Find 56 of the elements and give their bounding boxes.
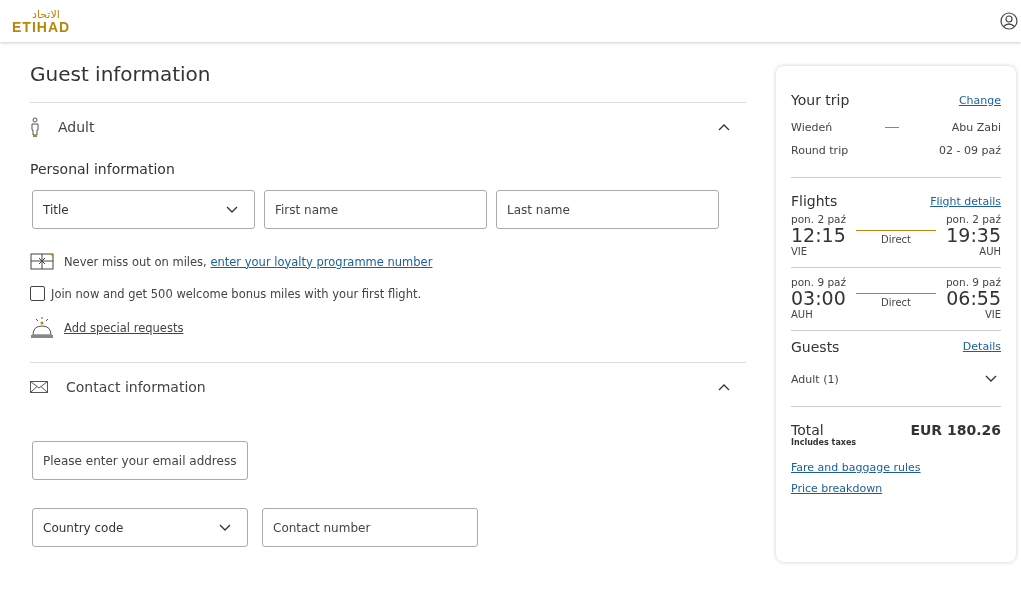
arrival-date: pon. 2 paź <box>945 213 1001 225</box>
chevron-down-icon <box>219 523 231 532</box>
taxes-note: Includes taxes <box>791 437 857 447</box>
chevron-down-icon <box>226 205 238 214</box>
checkbox[interactable] <box>30 286 45 301</box>
airport-code: VIE <box>984 308 1001 320</box>
arrival-time: 19:35 <box>946 225 1001 246</box>
total-amount: EUR 180.26 <box>910 421 1001 438</box>
departure-time: 03:00 <box>791 287 847 309</box>
departure-date: pon. 2 paź <box>791 213 847 225</box>
route-line <box>884 127 899 128</box>
gift-card-icon <box>30 253 54 270</box>
guest-details-link[interactable]: Details <box>962 340 1001 354</box>
departure-date: pon. 9 paź <box>791 275 847 288</box>
chevron-up-icon <box>718 383 730 391</box>
flight-details-link[interactable]: Flight details <box>930 194 1001 208</box>
arrival-time: 06:55 <box>946 287 1001 309</box>
origin-city: Wiedeń <box>791 121 833 134</box>
trip-type: Round trip <box>791 144 849 157</box>
destination-city: Abu Zabi <box>951 121 1001 134</box>
stops-label: Direct <box>881 234 911 246</box>
summary-link[interactable]: Fare and baggage rules <box>791 460 921 474</box>
arrival-date: pon. 9 paź <box>945 275 1001 288</box>
person-icon <box>30 117 40 137</box>
total-label: Total <box>791 421 825 438</box>
loyalty-text: Never miss out on miles, enter your loyalty programme number <box>64 254 433 269</box>
section-header[interactable]: Contact information <box>30 362 746 411</box>
chevron-up-icon <box>718 123 730 131</box>
change-link[interactable]: Change <box>958 93 1001 107</box>
chevron-down-icon <box>985 375 997 384</box>
page-title: Guest information <box>30 62 212 86</box>
section-heading: Personal information <box>30 161 176 177</box>
trip-dates: 02 - 09 paź <box>939 144 1001 157</box>
airport-code: VIE <box>791 245 809 257</box>
input-field[interactable]: Please enter your email address <box>32 441 248 480</box>
card-heading: Flights <box>791 193 838 209</box>
input-field[interactable]: Last name <box>496 190 719 229</box>
dropdown-field[interactable]: Country code <box>32 508 248 547</box>
airport-code: AUH <box>979 245 1001 257</box>
service-bell-icon <box>30 316 54 340</box>
input-field[interactable]: First name <box>264 190 487 229</box>
envelope-icon <box>30 381 48 393</box>
summary-link[interactable]: Price breakdown <box>791 481 883 495</box>
card-heading: Your trip <box>791 92 850 108</box>
special-requests-link[interactable]: Add special requests <box>64 321 184 335</box>
card-heading: Guests <box>791 338 840 355</box>
section-header[interactable]: Adult <box>30 102 746 151</box>
dropdown-field[interactable]: Title <box>32 190 255 229</box>
checkbox-label: Join now and get 500 welcome bonus miles with your first flight. <box>51 286 422 301</box>
guest-row[interactable]: Adult (1) <box>791 372 1001 386</box>
loyalty-link[interactable]: enter your loyalty programme number <box>210 254 433 269</box>
user-icon[interactable] <box>1000 12 1018 30</box>
airport-code: AUH <box>791 308 814 320</box>
input-field[interactable]: Contact number <box>262 508 478 547</box>
departure-time: 12:15 <box>791 225 847 246</box>
stops-label: Direct <box>881 297 911 309</box>
